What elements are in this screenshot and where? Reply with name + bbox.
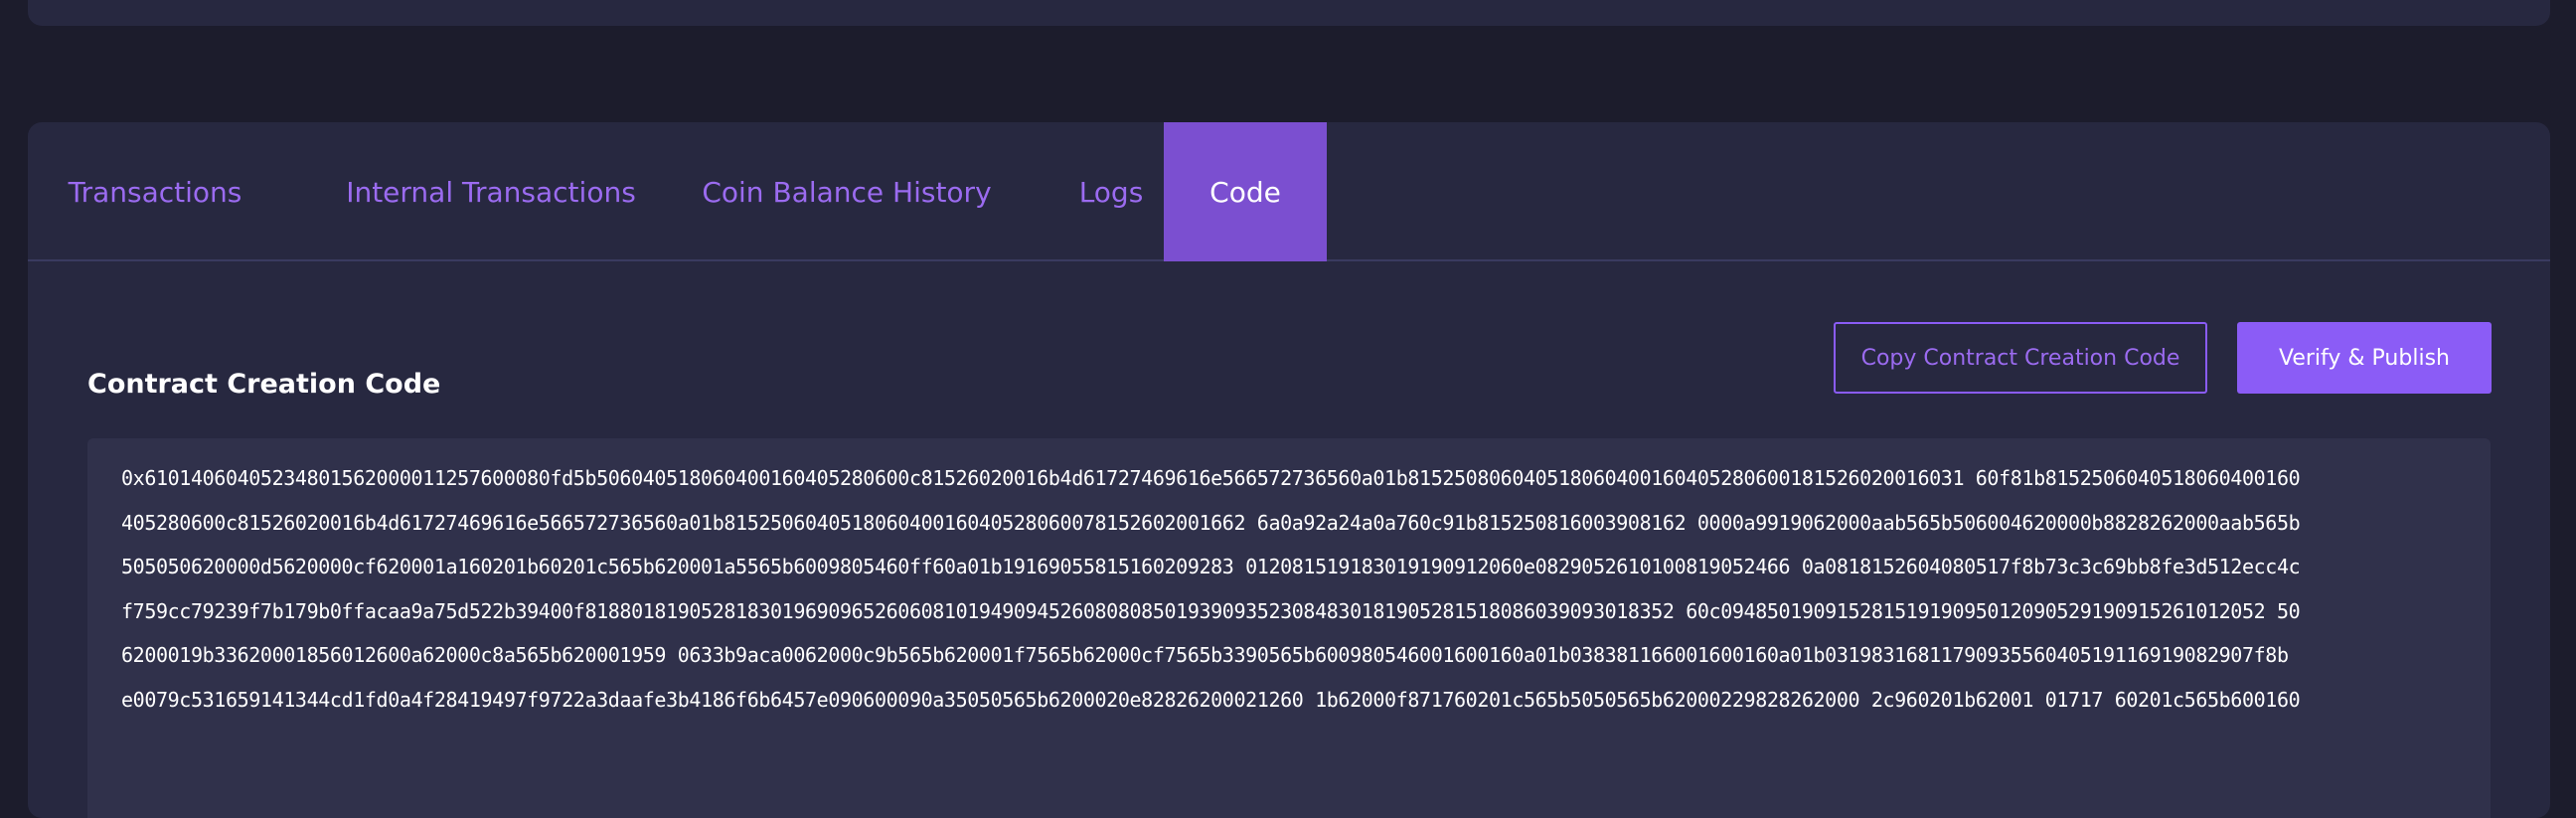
contract-tabs-card: Transactions Internal Transactions Coin … bbox=[28, 122, 2550, 818]
verify-publish-button[interactable]: Verify & Publish bbox=[2237, 322, 2492, 394]
tab-code[interactable]: Code bbox=[1164, 122, 1327, 261]
creation-code-block: 0x61014060405234801562000011257600080fd5… bbox=[87, 438, 2491, 818]
code-line: 6200019b33620001856012600a62000c8a565b62… bbox=[121, 643, 2289, 667]
copy-creation-code-button[interactable]: Copy Contract Creation Code bbox=[1834, 322, 2207, 394]
code-line: e0079c531659141344cd1fd0a4f28419497f9722… bbox=[121, 687, 2301, 712]
code-line: 405280600c81526020016b4d61727469616e5665… bbox=[121, 510, 2301, 535]
tab-internal-transactions[interactable]: Internal Transactions bbox=[332, 122, 650, 261]
section-title: Contract Creation Code bbox=[87, 369, 441, 400]
tab-transactions[interactable]: Transactions bbox=[28, 122, 282, 261]
code-line: 505050620000d5620000cf620001a160201b6020… bbox=[121, 555, 2301, 578]
previous-card bbox=[28, 0, 2550, 26]
code-line: f759cc79239f7b179b0ffacaa9a75d522b39400f… bbox=[121, 598, 2301, 623]
code-line: 0x61014060405234801562000011257600080fd5… bbox=[121, 466, 2301, 490]
tab-bar: Transactions Internal Transactions Coin … bbox=[28, 122, 2550, 261]
tab-coin-balance-history[interactable]: Coin Balance History bbox=[684, 122, 1010, 261]
